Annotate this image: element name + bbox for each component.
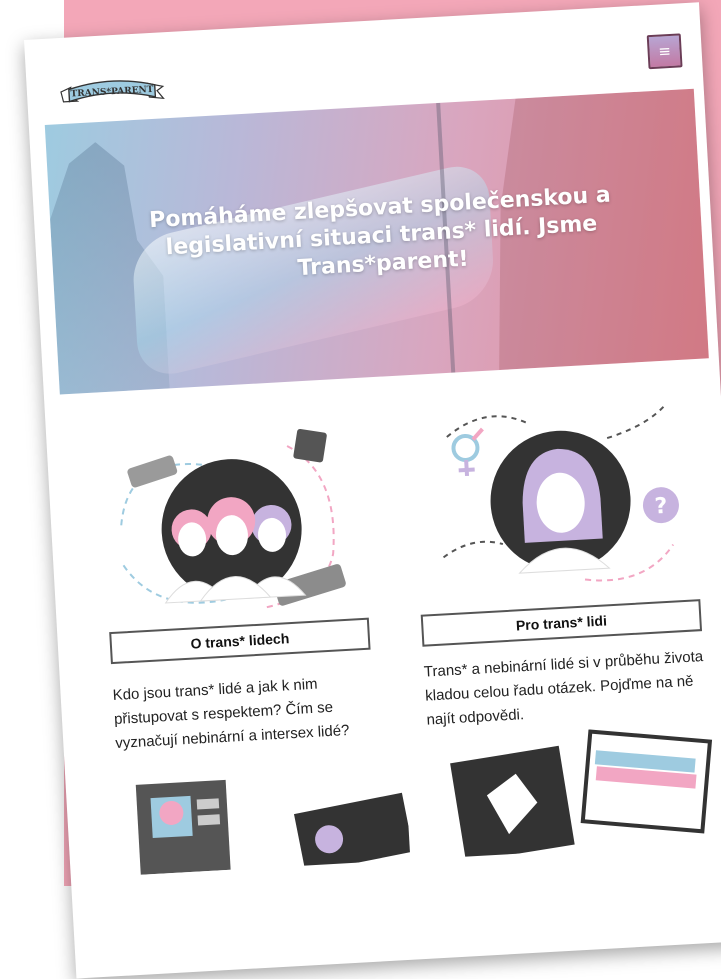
hero-banner: Pomáháme zlepšovat společenskou a legisl… [44,88,709,395]
group-of-people-illustration [120,428,346,609]
person-with-questions-illustration: ? [442,404,679,582]
svg-text:?: ? [654,494,668,520]
profiles-illustration [135,779,411,875]
menu-button[interactable]: ≡ [646,33,683,70]
card-for-trans-people: ? Pro trans* lidi Trans* a nebinární lid… [405,383,706,729]
photos-illustration [450,729,713,858]
question-mark-icon: ? [642,487,679,524]
gender-symbol-icon [451,427,484,477]
hamburger-icon: ≡ [657,41,672,61]
website-page: TRANS*PARENT ≡ Pomáháme zlepšovat společ… [24,2,721,979]
for-trans-people-text: Trans* a nebinární lidé si v průběhu živ… [423,648,704,729]
about-trans-people-button[interactable]: O trans* lidech [109,617,371,665]
site-logo[interactable]: TRANS*PARENT [56,72,168,112]
card-about-trans-people: O trans* lidech Kdo jsou trans* lidé a j… [85,402,377,752]
